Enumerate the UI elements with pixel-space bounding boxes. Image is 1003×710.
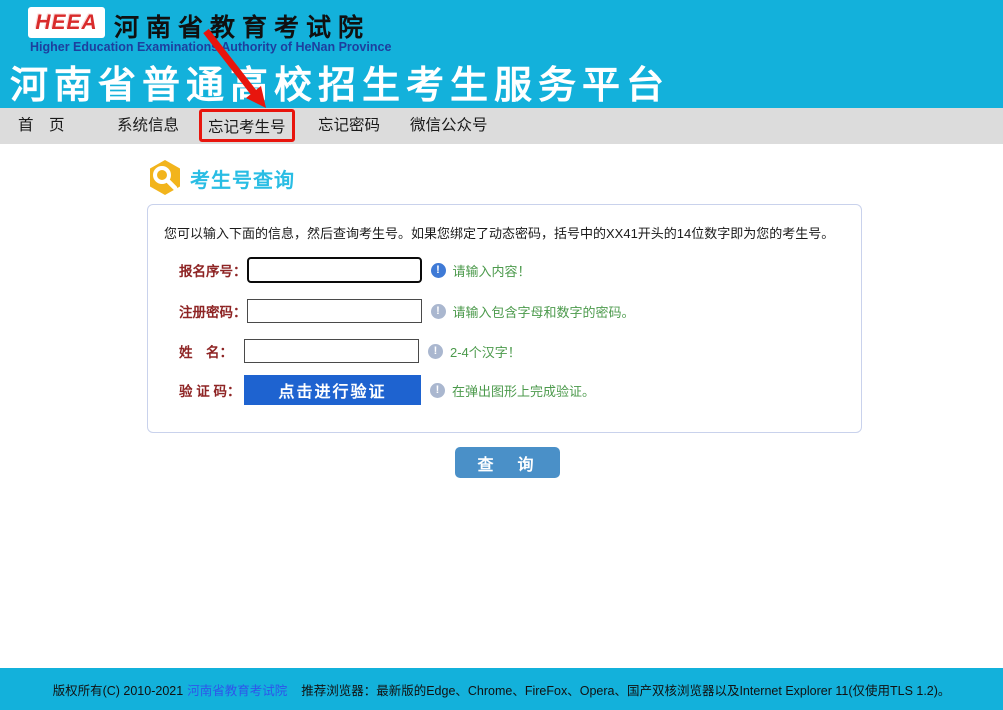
captcha-label: 验 证 码： <box>179 380 244 400</box>
footer-org-link[interactable]: 河南省教育考试院 <box>187 680 287 699</box>
form-row-password: 注册密码： ! 请输入包含字母和数字的密码。 <box>179 296 635 326</box>
page: HEEA 河南省教育考试院 Higher Education Examinati… <box>0 0 1003 710</box>
name-label: 姓 名： <box>179 341 244 361</box>
portal-title: 河南省普通高校招生考生服务平台 <box>10 54 670 109</box>
form-row-name: 姓 名： ! 2-4个汉字！ <box>179 336 521 366</box>
query-submit-button[interactable]: 查 询 <box>455 447 560 478</box>
footer-copyright: 版权所有(C) 2010-2021 <box>53 680 184 699</box>
name-hint: 2-4个汉字！ <box>450 342 521 361</box>
main-navbar: 首 页 系统信息 忘记考生号 忘记密码 微信公众号 <box>0 108 1003 144</box>
nav-item-home[interactable]: 首 页 <box>18 108 65 144</box>
info-icon: ! <box>428 344 443 359</box>
info-icon: ! <box>431 263 446 278</box>
org-name-cn: 河南省教育考试院 <box>114 8 370 44</box>
section-header: 考生号查询 <box>148 159 295 197</box>
password-hint: 请输入包含字母和数字的密码。 <box>453 302 635 321</box>
registration-number-input[interactable] <box>247 257 422 283</box>
info-icon: ! <box>431 304 446 319</box>
footer-browser-recommendation: 推荐浏览器：最新版的Edge、Chrome、FireFox、Opera、国产双核… <box>301 680 950 699</box>
form-instruction: 您可以输入下面的信息，然后查询考生号。如果您绑定了动态密码，括号中的XX41开头… <box>164 223 834 242</box>
password-label: 注册密码： <box>179 301 247 321</box>
header-banner: HEEA 河南省教育考试院 Higher Education Examinati… <box>0 0 1003 108</box>
form-row-captcha: 验 证 码： 点击进行验证 ! 在弹出图形上完成验证。 <box>179 375 595 405</box>
search-hexagon-icon <box>148 159 183 197</box>
section-title: 考生号查询 <box>190 164 295 193</box>
password-input[interactable] <box>247 299 422 323</box>
org-name-en: Higher Education Examinations Authority … <box>30 40 391 54</box>
nav-item-forgot-password[interactable]: 忘记密码 <box>318 108 380 144</box>
captcha-hint: 在弹出图形上完成验证。 <box>452 381 595 400</box>
registration-number-label: 报名序号： <box>179 260 247 280</box>
heea-logo: HEEA <box>28 7 105 38</box>
nav-item-forgot-exam-number[interactable]: 忘记考生号 <box>208 115 286 137</box>
info-icon: ! <box>430 383 445 398</box>
click-to-verify-button[interactable]: 点击进行验证 <box>244 375 421 405</box>
heea-logo-text: HEEA <box>35 11 97 35</box>
nav-item-wechat-account[interactable]: 微信公众号 <box>410 108 488 144</box>
form-row-registration-number: 报名序号： ! 请输入内容！ <box>179 255 531 285</box>
query-form-panel: 您可以输入下面的信息，然后查询考生号。如果您绑定了动态密码，括号中的XX41开头… <box>147 204 862 433</box>
nav-item-system-info[interactable]: 系统信息 <box>117 108 179 144</box>
registration-number-hint: 请输入内容！ <box>453 261 531 280</box>
highlight-box-forgot-exam-number: 忘记考生号 <box>199 109 295 142</box>
name-input[interactable] <box>244 339 419 363</box>
footer-bar: 版权所有(C) 2010-2021 河南省教育考试院 推荐浏览器：最新版的Edg… <box>0 668 1003 710</box>
